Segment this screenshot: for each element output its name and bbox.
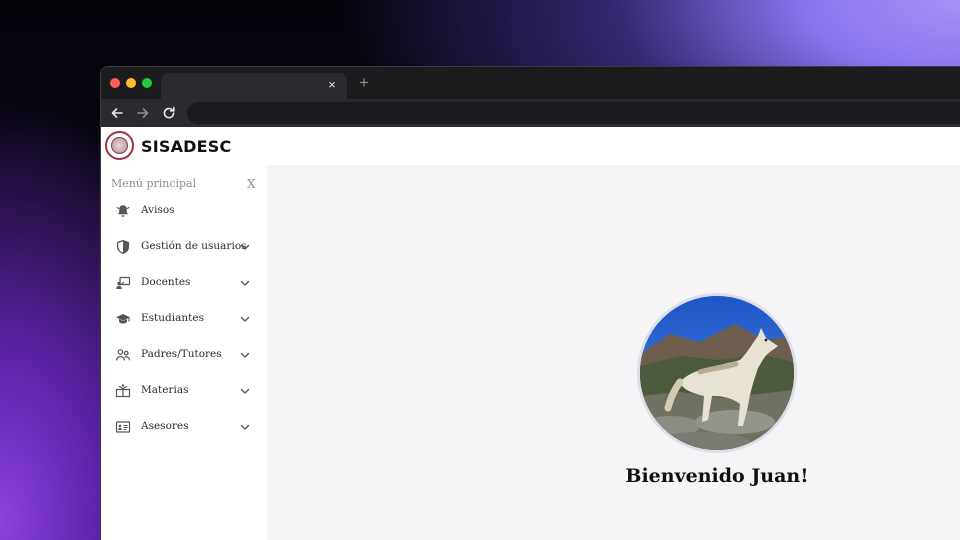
sidebar-title: Menú principal [111, 177, 197, 190]
new-tab-icon[interactable]: + [356, 74, 372, 91]
sidebar-item-docentes[interactable]: Docentes [101, 267, 267, 299]
chevron-down-icon[interactable] [239, 385, 251, 397]
app-header: SISADESC [101, 127, 960, 165]
welcome-message: Bienvenido Juan! [625, 465, 809, 487]
teacher-icon [115, 275, 131, 291]
browser-tab[interactable]: × [161, 73, 347, 99]
bell-icon [115, 203, 131, 219]
id-card-icon [115, 419, 131, 435]
forward-arrow-icon[interactable] [135, 105, 151, 121]
reload-icon[interactable] [161, 105, 177, 121]
chevron-down-icon[interactable] [239, 421, 251, 433]
sidebar-item-label: Avisos [141, 204, 175, 216]
sidebar-item-asesores[interactable]: Asesores [101, 411, 267, 443]
graduation-cap-icon [115, 311, 131, 327]
tab-close-icon[interactable]: × [325, 78, 339, 92]
sidebar-item-padres-tutores[interactable]: Padres/Tutores [101, 339, 267, 371]
sidebar-item-label: Estudiantes [141, 312, 204, 324]
sidebar-close-button[interactable]: X [247, 177, 257, 191]
chevron-down-icon[interactable] [239, 277, 251, 289]
sidebar-item-avisos[interactable]: Avisos [101, 195, 267, 227]
logo-emblem [111, 137, 128, 154]
close-window-button[interactable] [110, 78, 120, 88]
school-seal-logo[interactable] [105, 131, 134, 160]
main-content: Bienvenido Juan! [267, 165, 960, 540]
book-icon [115, 383, 131, 399]
sidebar-item-label: Padres/Tutores [141, 348, 222, 360]
back-arrow-icon[interactable] [109, 105, 125, 121]
profile-avatar[interactable] [637, 293, 797, 453]
sidebar-item-label: Materias [141, 384, 189, 396]
sidebar: Menú principal X Avisos Gestión de usuar… [101, 165, 267, 540]
chevron-down-icon[interactable] [239, 313, 251, 325]
page-viewport: SISADESC Menú principal X Avisos Gestión… [101, 127, 960, 540]
brand-title[interactable]: SISADESC [141, 137, 231, 156]
people-icon [115, 347, 131, 363]
sidebar-item-label: Docentes [141, 276, 191, 288]
sidebar-item-label: Gestión de usuarios [141, 240, 247, 252]
shield-icon [115, 239, 131, 255]
sidebar-item-gestion-usuarios[interactable]: Gestión de usuarios [101, 231, 267, 263]
sidebar-item-label: Asesores [141, 420, 189, 432]
browser-toolbar [101, 99, 960, 127]
wolf-photo [640, 296, 794, 450]
maximize-window-button[interactable] [142, 78, 152, 88]
minimize-window-button[interactable] [126, 78, 136, 88]
chevron-down-icon[interactable] [239, 241, 251, 253]
address-bar[interactable] [187, 102, 960, 124]
sidebar-item-materias[interactable]: Materias [101, 375, 267, 407]
browser-titlebar: × + [101, 67, 960, 99]
browser-window: × + SISADESC Menú principal X Avisos Ges… [100, 66, 960, 540]
sidebar-item-estudiantes[interactable]: Estudiantes [101, 303, 267, 335]
chevron-down-icon[interactable] [239, 349, 251, 361]
